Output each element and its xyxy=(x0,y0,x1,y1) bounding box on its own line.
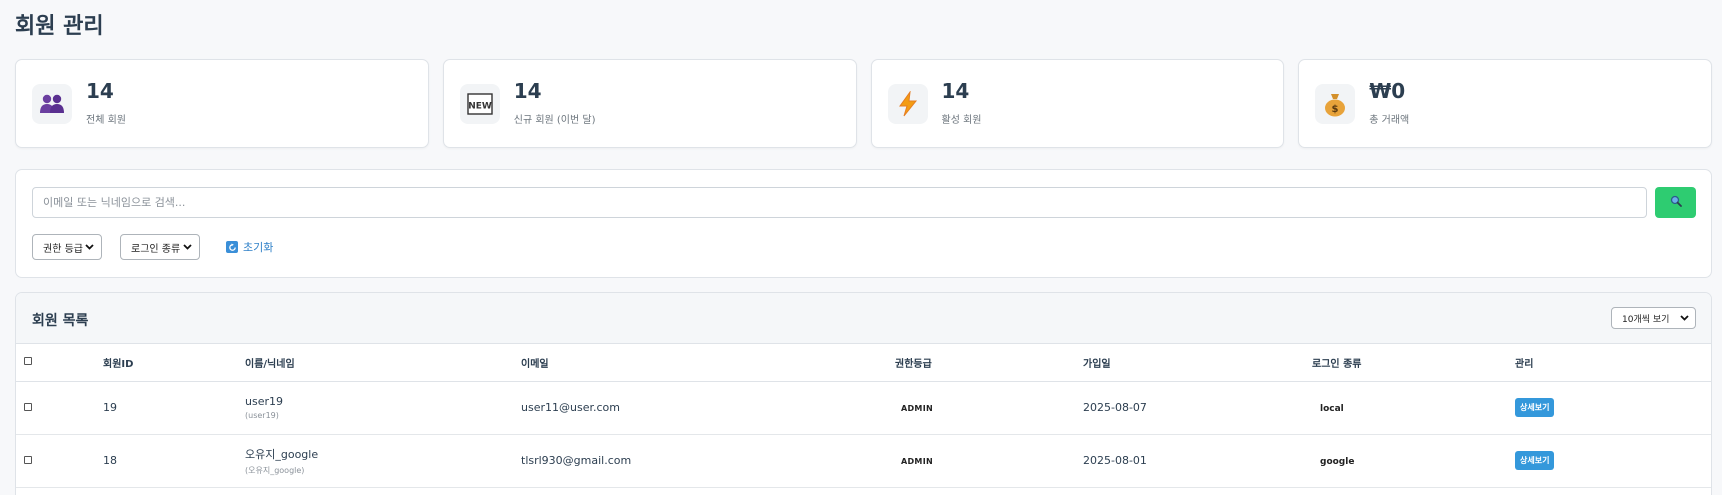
member-role-cell: ADMIN xyxy=(895,381,1083,435)
svg-text:$: $ xyxy=(1332,104,1339,115)
page-size-label: 10개씩 보기 xyxy=(1622,314,1670,325)
column-header: 로그인 종류 xyxy=(1312,344,1515,382)
member-name-cell: 오유지_google (오유지_google) xyxy=(245,434,521,488)
login-type-filter-label: 로그인 종류 xyxy=(131,243,181,255)
member-nickname: (오유지_google) xyxy=(245,465,305,475)
member-actions-cell: 상세보기 xyxy=(1515,434,1711,488)
select-all-header xyxy=(16,344,103,382)
new-icon: NEW xyxy=(459,83,500,124)
role-badge: ADMIN xyxy=(901,457,933,466)
role-badge: ADMIN xyxy=(901,404,933,413)
reset-filters-link[interactable]: 초기화 xyxy=(226,239,273,255)
search-panel: 권한 등급 로그인 종류 초기화 xyxy=(15,169,1712,278)
table-row: 18 오유지_google (오유지_google) tlsrl930@gmai… xyxy=(16,434,1711,488)
people-icon xyxy=(32,83,72,124)
stat-card-active-members: 14 활성 회원 xyxy=(870,59,1285,148)
refresh-icon xyxy=(226,241,238,253)
select-all-checkbox[interactable] xyxy=(24,356,32,365)
reset-label: 초기화 xyxy=(243,241,274,254)
stat-label: 총 거래액 xyxy=(1369,115,1410,126)
search-input[interactable] xyxy=(32,187,1647,218)
member-login-cell: local xyxy=(1312,381,1515,435)
login-type-filter-select[interactable]: 로그인 종류 xyxy=(120,234,200,260)
chevron-down-icon xyxy=(85,242,94,254)
table-header-row: 회원ID 이름/닉네임 이메일 권한등급 가입일 로그인 종류 관리 xyxy=(16,344,1711,382)
column-header: 권한등급 xyxy=(895,344,1083,382)
stat-value: ₩0 xyxy=(1369,79,1406,103)
member-email: user11@user.com xyxy=(521,381,895,435)
row-checkbox[interactable] xyxy=(24,456,32,464)
member-name: user19 xyxy=(245,395,283,408)
stat-value: 14 xyxy=(941,79,970,103)
column-header: 회원ID xyxy=(103,344,245,382)
member-nickname: (user19) xyxy=(245,411,279,420)
stat-value: 14 xyxy=(513,79,542,103)
search-button[interactable] xyxy=(1655,187,1696,218)
member-joined-date: 2025-08-01 xyxy=(1083,434,1312,488)
search-icon xyxy=(1670,195,1682,210)
member-actions-cell: 상세보기 xyxy=(1515,381,1711,435)
detail-button[interactable]: 상세보기 xyxy=(1515,398,1555,417)
chevron-down-icon xyxy=(183,242,192,254)
page-title: 회원 관리 xyxy=(15,14,104,39)
stat-card-total-members: 14 전체 회원 xyxy=(15,59,429,148)
lightning-icon xyxy=(887,83,928,124)
member-list-header: 회원 목록 10개씩 보기 xyxy=(16,293,1711,344)
table-row: 19 user19 (user19) user11@user.com ADMIN… xyxy=(16,381,1711,435)
login-type: local xyxy=(1320,404,1344,414)
member-id: 19 xyxy=(103,381,245,435)
chevron-down-icon xyxy=(1680,313,1689,325)
role-filter-label: 권한 등급 xyxy=(43,243,83,255)
detail-button[interactable]: 상세보기 xyxy=(1515,451,1555,470)
row-checkbox[interactable] xyxy=(24,403,32,411)
member-role-cell: ADMIN xyxy=(895,434,1083,488)
stats-row: 14 전체 회원 NEW 14 신규 회원 (이번 달) 14 활성 회원 $ … xyxy=(15,59,1712,148)
member-management-page: 회원 관리 14 전체 회원 NEW 14 신규 회원 (이번 달) 14 활성… xyxy=(0,0,1722,495)
member-id: 18 xyxy=(103,434,245,488)
member-login-cell: google xyxy=(1312,434,1515,488)
member-list-title: 회원 목록 xyxy=(32,313,89,329)
member-table: 회원ID 이름/닉네임 이메일 권한등급 가입일 로그인 종류 관리 19 us… xyxy=(16,344,1711,488)
stat-label: 신규 회원 (이번 달) xyxy=(513,115,596,126)
member-name-cell: user19 (user19) xyxy=(245,381,521,435)
svg-text:NEW: NEW xyxy=(468,101,492,111)
login-type: google xyxy=(1320,457,1355,467)
column-header: 이름/닉네임 xyxy=(245,344,521,382)
column-header: 가입일 xyxy=(1083,344,1312,382)
stat-label: 전체 회원 xyxy=(86,115,126,126)
role-filter-select[interactable]: 권한 등급 xyxy=(32,234,102,260)
column-header: 관리 xyxy=(1515,344,1711,382)
member-joined-date: 2025-08-07 xyxy=(1083,381,1312,435)
member-email: tlsrl930@gmail.com xyxy=(521,434,895,488)
money-bag-icon: $ xyxy=(1315,83,1356,124)
stat-card-total-transactions: $ ₩0 총 거래액 xyxy=(1298,59,1712,148)
column-header: 이메일 xyxy=(521,344,895,382)
stat-card-new-members: NEW 14 신규 회원 (이번 달) xyxy=(442,59,857,148)
member-list-panel: 회원 목록 10개씩 보기 회원ID 이름/닉네임 이메일 권한등급 가입일 로… xyxy=(15,292,1712,495)
stat-label: 활성 회원 xyxy=(941,115,982,126)
member-name: 오유지_google xyxy=(245,447,319,461)
stat-value: 14 xyxy=(86,79,114,103)
page-size-select[interactable]: 10개씩 보기 xyxy=(1611,307,1696,329)
